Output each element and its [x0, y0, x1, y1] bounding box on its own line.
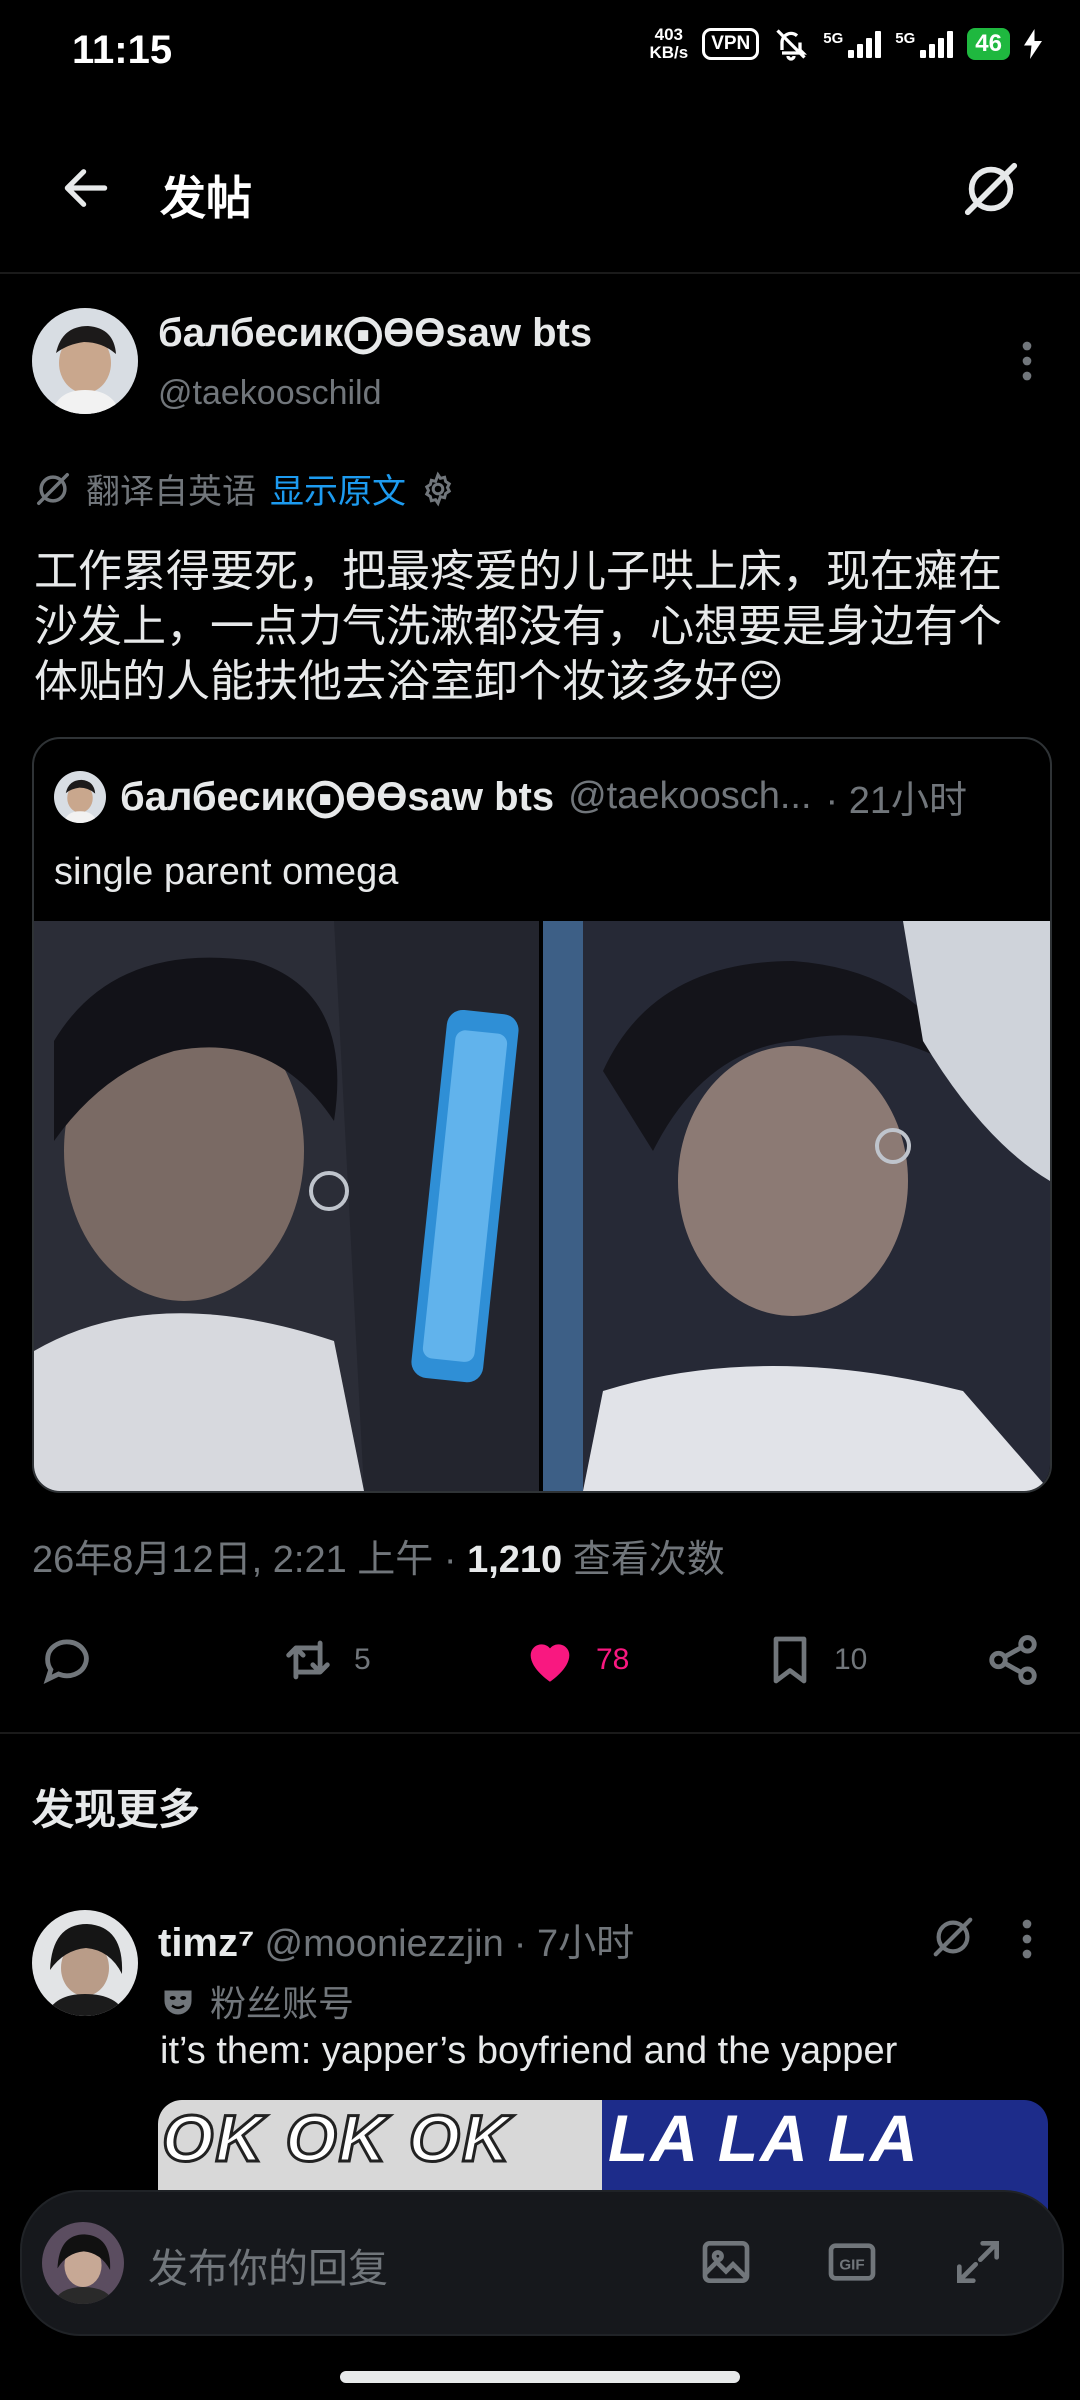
fan-account-badge: 粉丝账号	[160, 1975, 354, 2027]
actions-divider	[0, 1732, 1080, 1734]
header-divider	[0, 272, 1080, 274]
more-options-icon[interactable]	[1012, 336, 1042, 386]
post-text: 工作累得要死，把最疼爱的儿子哄上床，现在瘫在沙发上，一点力气洗漱都没有，心想要是…	[34, 547, 1002, 706]
image-icon[interactable]	[698, 2234, 754, 2290]
retweet-icon	[286, 1640, 330, 1680]
charging-icon	[1024, 29, 1042, 59]
discover-post-time: · 7小时	[513, 1923, 635, 1965]
post-date: 26年8月12日, 2:21 上午	[32, 1539, 434, 1581]
view-count-label: 查看次数	[572, 1539, 725, 1581]
battery-indicator: 46	[967, 28, 1010, 60]
quoted-post-time: · 21小时	[825, 780, 968, 822]
author-handle[interactable]: @taekooschild	[158, 374, 382, 413]
avatar-image	[32, 308, 138, 414]
grok-icon[interactable]	[960, 158, 1022, 220]
page-title: 发帖	[160, 172, 252, 224]
status-bar: 11:15 403 KB/s VPN 5G 5G 46	[0, 0, 1080, 100]
retweet-count: 5	[354, 1643, 371, 1676]
share-icon	[989, 1635, 1037, 1685]
back-arrow-icon[interactable]	[58, 160, 114, 216]
home-indicator[interactable]	[340, 2371, 740, 2383]
author-avatar[interactable]	[32, 308, 138, 414]
top-bar: 发帖	[0, 130, 1080, 240]
quoted-post[interactable]: балбесик⨀ϴϴsaw bts @taekoosch... · 21小时 …	[32, 737, 1052, 1493]
post-actions: 5 78 10	[0, 1625, 1080, 1695]
discover-post-header: timz⁷ @mooniezzjin · 7小时	[158, 1912, 634, 1967]
discover-grok-icon[interactable]	[930, 1914, 976, 1960]
my-avatar	[42, 2222, 124, 2304]
quoted-author-avatar	[54, 770, 106, 823]
svg-text:GIF: GIF	[839, 2256, 864, 2273]
mask-icon	[164, 1990, 192, 2015]
show-original-link[interactable]: 显示原文	[270, 464, 406, 513]
quoted-post-text: single parent omega	[54, 851, 399, 893]
reply-button[interactable]	[38, 1631, 96, 1689]
fan-account-label: 粉丝账号	[210, 1983, 355, 2024]
post-meta: 26年8月12日, 2:21 上午 · 1,210 查看次数	[32, 1539, 725, 1581]
network-speed: 403 KB/s	[649, 25, 689, 62]
quoted-photo-left[interactable]	[34, 921, 539, 1491]
reply-input[interactable]: 发布你的回复	[148, 2236, 388, 2294]
share-button[interactable]	[984, 1631, 1042, 1689]
quoted-author-handle: @taekoosch...	[568, 775, 812, 817]
reply-composer[interactable]: 发布你的回复 GIF	[20, 2190, 1064, 2336]
settings-gear-icon[interactable]	[420, 470, 456, 507]
discover-post-text: it’s them: yapper’s boyfriend and the ya…	[160, 2030, 898, 2072]
discover-more-options-icon[interactable]	[1012, 1914, 1042, 1964]
vpn-badge: VPN	[702, 28, 760, 60]
quoted-author-name: балбесик⨀ϴϴsaw bts	[120, 774, 555, 819]
discover-author-handle[interactable]: @mooniezzjin	[265, 1923, 504, 1966]
translation-row: 翻译自英语 显示原文	[34, 464, 456, 513]
discover-more-title: 发现更多	[32, 1786, 201, 1833]
mute-bell-icon	[776, 29, 808, 61]
reply-icon	[43, 1639, 89, 1685]
bookmark-icon	[773, 1636, 807, 1684]
signal-2-icon: 5G	[895, 30, 954, 58]
like-count: 78	[596, 1643, 630, 1676]
quoted-photo-right[interactable]	[543, 921, 1050, 1491]
view-count: 1,210	[467, 1539, 563, 1581]
translated-from-label: 翻译自英语	[86, 473, 256, 511]
grok-translate-icon	[37, 472, 69, 505]
status-time: 11:15	[72, 28, 173, 72]
signal-1-icon: 5G	[823, 30, 882, 58]
quoted-post-header: балбесик⨀ϴϴsaw bts @taekoosch... · 21小时	[54, 769, 967, 824]
author-name[interactable]: балбесик⨀ϴϴsaw bts	[158, 310, 592, 356]
expand-icon[interactable]	[950, 2234, 1006, 2290]
heart-filled-icon	[530, 1644, 570, 1682]
discover-author-name[interactable]: timz⁷	[158, 1921, 255, 1966]
retweet-button[interactable]: 5	[278, 1631, 371, 1689]
status-icons: 403 KB/s VPN 5G 5G 46	[649, 26, 1042, 62]
gif-icon[interactable]: GIF	[824, 2234, 880, 2290]
bookmark-button[interactable]: 10	[762, 1631, 867, 1689]
like-button[interactable]: 78	[520, 1631, 629, 1689]
discover-author-avatar[interactable]	[32, 1910, 138, 2016]
bookmark-count: 10	[834, 1643, 868, 1676]
